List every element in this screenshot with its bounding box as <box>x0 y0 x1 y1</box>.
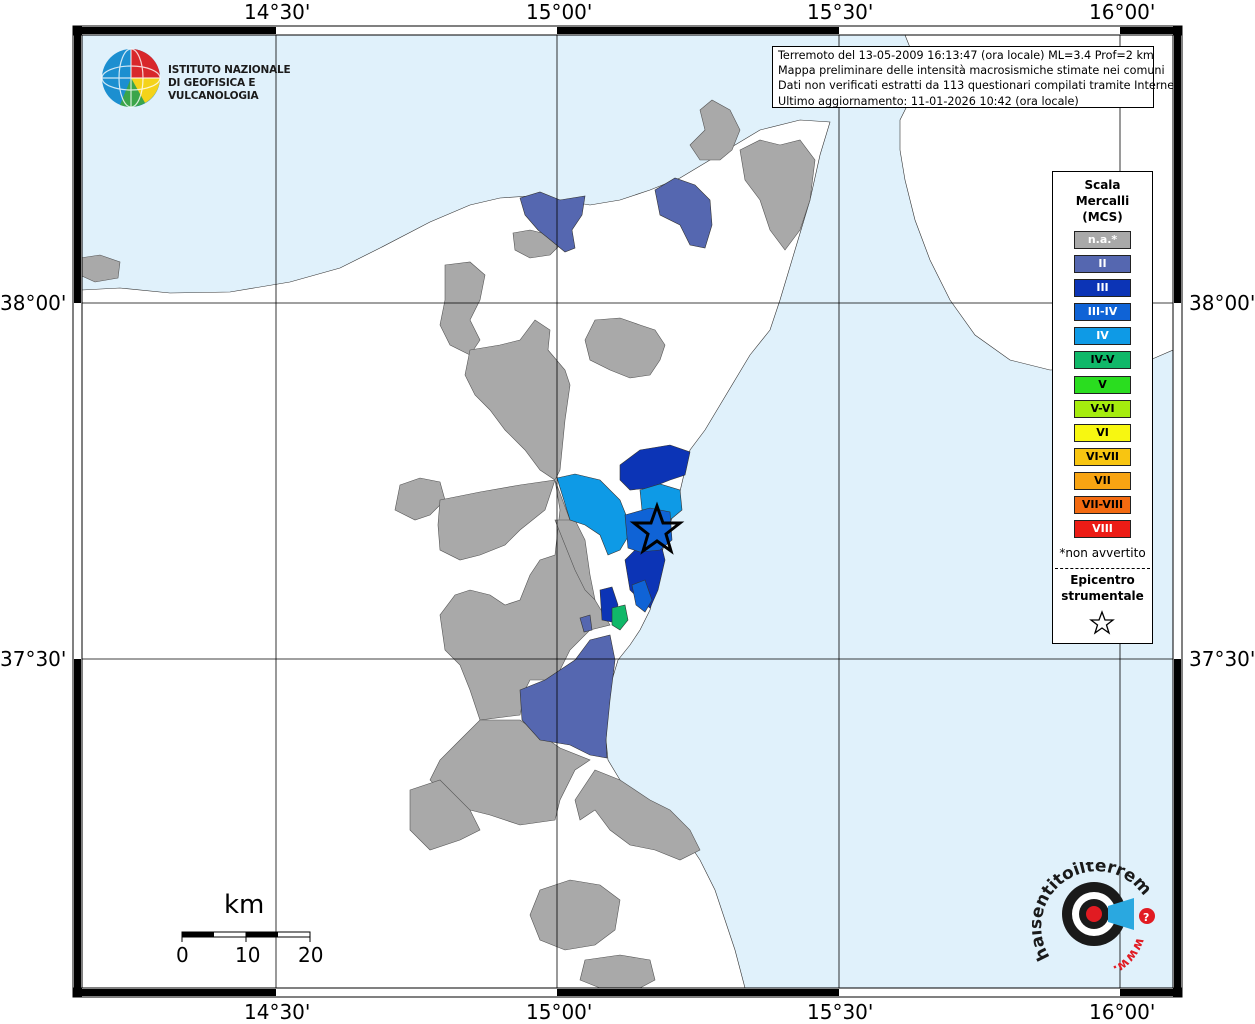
legend-title-line1: Scala <box>1084 178 1121 192</box>
lon-label-1500-top: 15°00' <box>526 0 593 24</box>
lon-label-1600-top: 16°00' <box>1089 0 1156 24</box>
event-info-line3: Dati non verificati estratti da 113 ques… <box>778 79 1183 93</box>
intensity-legend: Scala Mercalli (MCS) n.a.* II III III-IV IV I… <box>1052 171 1153 644</box>
lon-label-1530-top: 15°30' <box>807 0 874 24</box>
legend-swatch-4: IV <box>1074 327 1131 346</box>
scale-bar-label-20: 20 <box>298 943 324 967</box>
legend-epicenter-star-icon <box>1089 610 1115 635</box>
lat-label-3800-left: 38°00' <box>0 291 67 315</box>
legend-swatch-10: VII <box>1074 471 1131 490</box>
hst-target-icon: ? haisentitoilterremoto.it www. <box>1026 847 1155 977</box>
hst-logo-prefix: www. <box>1110 936 1147 977</box>
legend-swatch-6: V <box>1074 375 1131 394</box>
lon-label-1430-top: 14°30' <box>244 0 311 24</box>
scale-bar-label-10: 10 <box>235 943 261 967</box>
ingv-name-line1: ISTITUTO NAZIONALE <box>168 64 291 76</box>
lon-label-1600-bottom: 16°00' <box>1089 1000 1156 1024</box>
legend-separator <box>1055 568 1150 569</box>
lon-label-1530-bottom: 15°30' <box>807 1000 874 1024</box>
legend-title-line3: (MCS) <box>1082 210 1123 224</box>
lat-label-3800-right: 38°00' <box>1189 291 1255 315</box>
event-info-line2: Mappa preliminare delle intensità macros… <box>778 64 1165 78</box>
hst-logo: ? haisentitoilterremoto.it www. <box>1026 847 1162 982</box>
legend-swatch-1: II <box>1074 255 1131 274</box>
legend-epicenter-line2: strumentale <box>1061 589 1144 603</box>
lat-label-3730-left: 37°30' <box>0 647 67 671</box>
legend-note: *non avvertito <box>1059 546 1146 560</box>
legend-swatch-3: III-IV <box>1074 303 1131 322</box>
legend-swatch-5: IV-V <box>1074 351 1131 370</box>
lon-label-1500-bottom: 15°00' <box>526 1000 593 1024</box>
legend-swatch-0: n.a.* <box>1074 231 1131 249</box>
legend-swatches: n.a.* II III III-IV IV IV-V V V-VI VI VI-VII VII VI… <box>1074 231 1131 544</box>
svg-text:?: ? <box>1143 911 1149 924</box>
legend-swatch-7: V-VI <box>1074 399 1131 418</box>
ingv-logo: ISTITUTO NAZIONALE DI GEOFISICA E VULCAN… <box>100 47 320 111</box>
ingv-name-line2: DI GEOFISICA E VULCANOLOGIA <box>168 77 259 102</box>
event-info-line1: Terremoto del 13-05-2009 16:13:47 (ora l… <box>778 49 1154 62</box>
legend-swatch-11: VII-VIII <box>1074 496 1131 515</box>
svg-text:www.: www. <box>1110 936 1147 977</box>
legend-epicenter-line1: Epicentro <box>1070 573 1135 587</box>
legend-swatch-12: VIII <box>1074 520 1131 539</box>
lon-label-1430-bottom: 14°30' <box>244 1000 311 1024</box>
legend-swatch-9: VI-VII <box>1074 447 1131 466</box>
event-info-line4: Ultimo aggiornamento: 11-01-2026 10:42 (… <box>778 94 1079 108</box>
scale-bar-title: km <box>224 890 265 920</box>
legend-swatch-8: VI <box>1074 423 1131 442</box>
lat-label-3730-right: 37°30' <box>1189 647 1255 671</box>
scale-bar-label-0: 0 <box>176 943 189 967</box>
legend-swatch-2: III <box>1074 279 1131 298</box>
legend-title-line2: Mercalli <box>1075 194 1130 208</box>
ingv-globe-icon <box>101 48 161 108</box>
event-info-box: Terremoto del 13-05-2009 16:13:47 (ora l… <box>772 46 1183 108</box>
